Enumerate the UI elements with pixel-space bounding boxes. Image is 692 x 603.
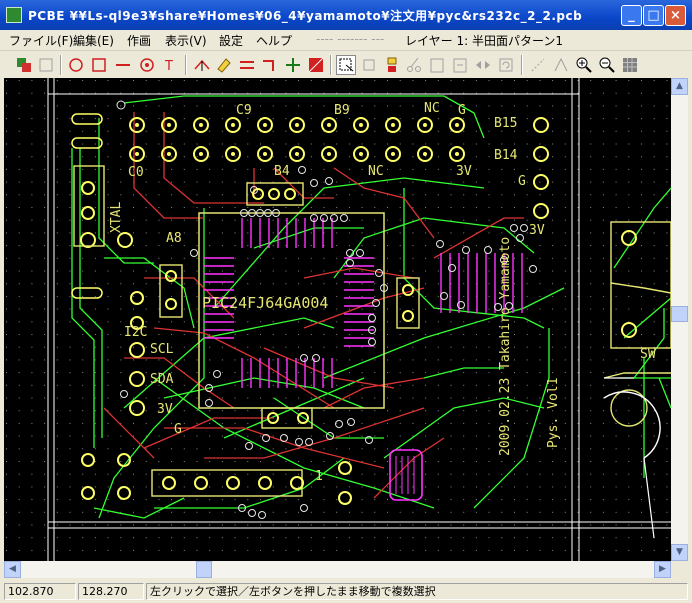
window-title: PCBE ¥¥Ls-ql9e3¥share¥Homes¥06_4¥yamamot… xyxy=(28,9,583,23)
vertical-scrollbar[interactable]: ▲ ▼ xyxy=(671,78,688,561)
label-nc-top: NC xyxy=(424,101,440,116)
label-chip: PIC24FJ64GA004 xyxy=(202,294,328,312)
menu-bar: ファイル(F) 編集(E) 作画 表示(V) 設定 ヘルプ ---- -----… xyxy=(0,30,692,51)
svg-text:T: T xyxy=(164,59,173,74)
label-b15: B15 xyxy=(494,116,517,131)
wire-icon[interactable] xyxy=(192,55,212,75)
erase-icon[interactable] xyxy=(214,55,234,75)
vertical-scroll-thumb[interactable] xyxy=(671,306,688,322)
label-sw: SW xyxy=(640,347,656,362)
grid-icon[interactable] xyxy=(620,55,640,75)
rect-icon[interactable] xyxy=(89,55,109,75)
scroll-left-button[interactable]: ◀ xyxy=(4,561,21,578)
menu-edit[interactable]: 編集(E) xyxy=(73,32,114,49)
snap-grid xyxy=(4,78,671,561)
label-one: 1 xyxy=(315,469,323,484)
label-g-left: G xyxy=(174,422,182,437)
horizontal-scroll-thumb[interactable] xyxy=(196,561,212,578)
via-icon[interactable] xyxy=(137,55,157,75)
label-author: 2009.02.23 Takahiro Yamamoto xyxy=(498,237,513,456)
label-i2c: I2C xyxy=(124,325,147,340)
minimize-button[interactable]: _ xyxy=(621,5,642,26)
toolbar: T xyxy=(0,51,692,78)
status-bar: 102.870 128.270 左クリックで選択／左ボタンを押したまま移動で複数… xyxy=(0,580,692,603)
label-a8: A8 xyxy=(166,231,182,246)
move-icon[interactable] xyxy=(359,55,379,75)
pcb-canvas[interactable]: C9 B9 NC G B15 B14 C0 B4 NC G A8 I2C SCL… xyxy=(4,78,671,561)
copy-icon[interactable] xyxy=(382,55,402,75)
label-nc-mid: NC xyxy=(368,164,384,179)
label-xtal: XTAL xyxy=(109,202,124,233)
flip-icon[interactable] xyxy=(36,55,56,75)
paste-icon[interactable] xyxy=(427,55,447,75)
maximize-button[interactable]: □ xyxy=(643,5,664,26)
fill-icon[interactable] xyxy=(306,55,326,75)
line-icon[interactable] xyxy=(113,55,133,75)
label-c9: C9 xyxy=(236,103,252,118)
label-b14: B14 xyxy=(494,148,518,163)
label-b9: B9 xyxy=(334,103,350,118)
status-x: 102.870 xyxy=(4,583,76,600)
circle-icon[interactable] xyxy=(66,55,86,75)
label-version: Pys. Vol1 xyxy=(546,378,561,448)
zoom-in-icon[interactable] xyxy=(574,55,594,75)
scroll-right-button[interactable]: ▶ xyxy=(654,561,671,578)
rotate-icon[interactable] xyxy=(496,55,516,75)
menu-file[interactable]: ファイル(F) xyxy=(9,32,73,49)
layers-icon[interactable] xyxy=(14,55,34,75)
scroll-down-button[interactable]: ▼ xyxy=(671,544,688,561)
toolbar-separator xyxy=(60,55,62,75)
menu-help[interactable]: ヘルプ xyxy=(256,32,292,49)
zoom-out-icon[interactable] xyxy=(597,55,617,75)
bus-icon[interactable] xyxy=(237,55,257,75)
label-g-right: G xyxy=(518,174,526,189)
layer-indicator: レイヤー 1: 半田面パターン1 xyxy=(405,34,563,48)
horizontal-scrollbar[interactable]: ◀ ▶ xyxy=(4,561,671,578)
paste2-icon[interactable] xyxy=(450,55,470,75)
toolbar-separator xyxy=(185,55,187,75)
label-scl: SCL xyxy=(150,342,174,357)
app-icon xyxy=(6,7,22,23)
text-icon[interactable]: T xyxy=(160,55,180,75)
status-y: 128.270 xyxy=(78,583,144,600)
flip2-icon[interactable] xyxy=(473,55,493,75)
label-g-top: G xyxy=(458,103,466,118)
fit-icon[interactable] xyxy=(551,55,571,75)
cut-icon[interactable] xyxy=(404,55,424,75)
close-button[interactable]: × xyxy=(665,5,686,26)
menu-settings[interactable]: 設定 xyxy=(219,32,243,49)
scroll-up-button[interactable]: ▲ xyxy=(671,78,688,95)
label-c0: C0 xyxy=(128,165,144,180)
route2-icon[interactable] xyxy=(283,55,303,75)
select-icon[interactable] xyxy=(336,55,356,75)
label-sda: SDA xyxy=(150,372,174,387)
toolbar-separator xyxy=(330,55,332,75)
label-b4: B4 xyxy=(274,164,290,179)
label-3v-left: 3V xyxy=(157,402,173,417)
toolbar-separator xyxy=(521,55,523,75)
status-message: 左クリックで選択／左ボタンを押したまま移動で複数選択 xyxy=(146,583,688,600)
title-bar: PCBE ¥¥Ls-ql9e3¥share¥Homes¥06_4¥yamamot… xyxy=(0,0,692,30)
menu-placeholder: ---- ------- --- xyxy=(316,32,385,46)
measure-icon[interactable] xyxy=(528,55,548,75)
label-3v-right: 3V xyxy=(529,223,545,238)
route-icon[interactable] xyxy=(260,55,280,75)
label-3v-top: 3V xyxy=(456,164,472,179)
menu-view[interactable]: 表示(V) xyxy=(165,32,207,49)
menu-draw[interactable]: 作画 xyxy=(127,32,151,49)
